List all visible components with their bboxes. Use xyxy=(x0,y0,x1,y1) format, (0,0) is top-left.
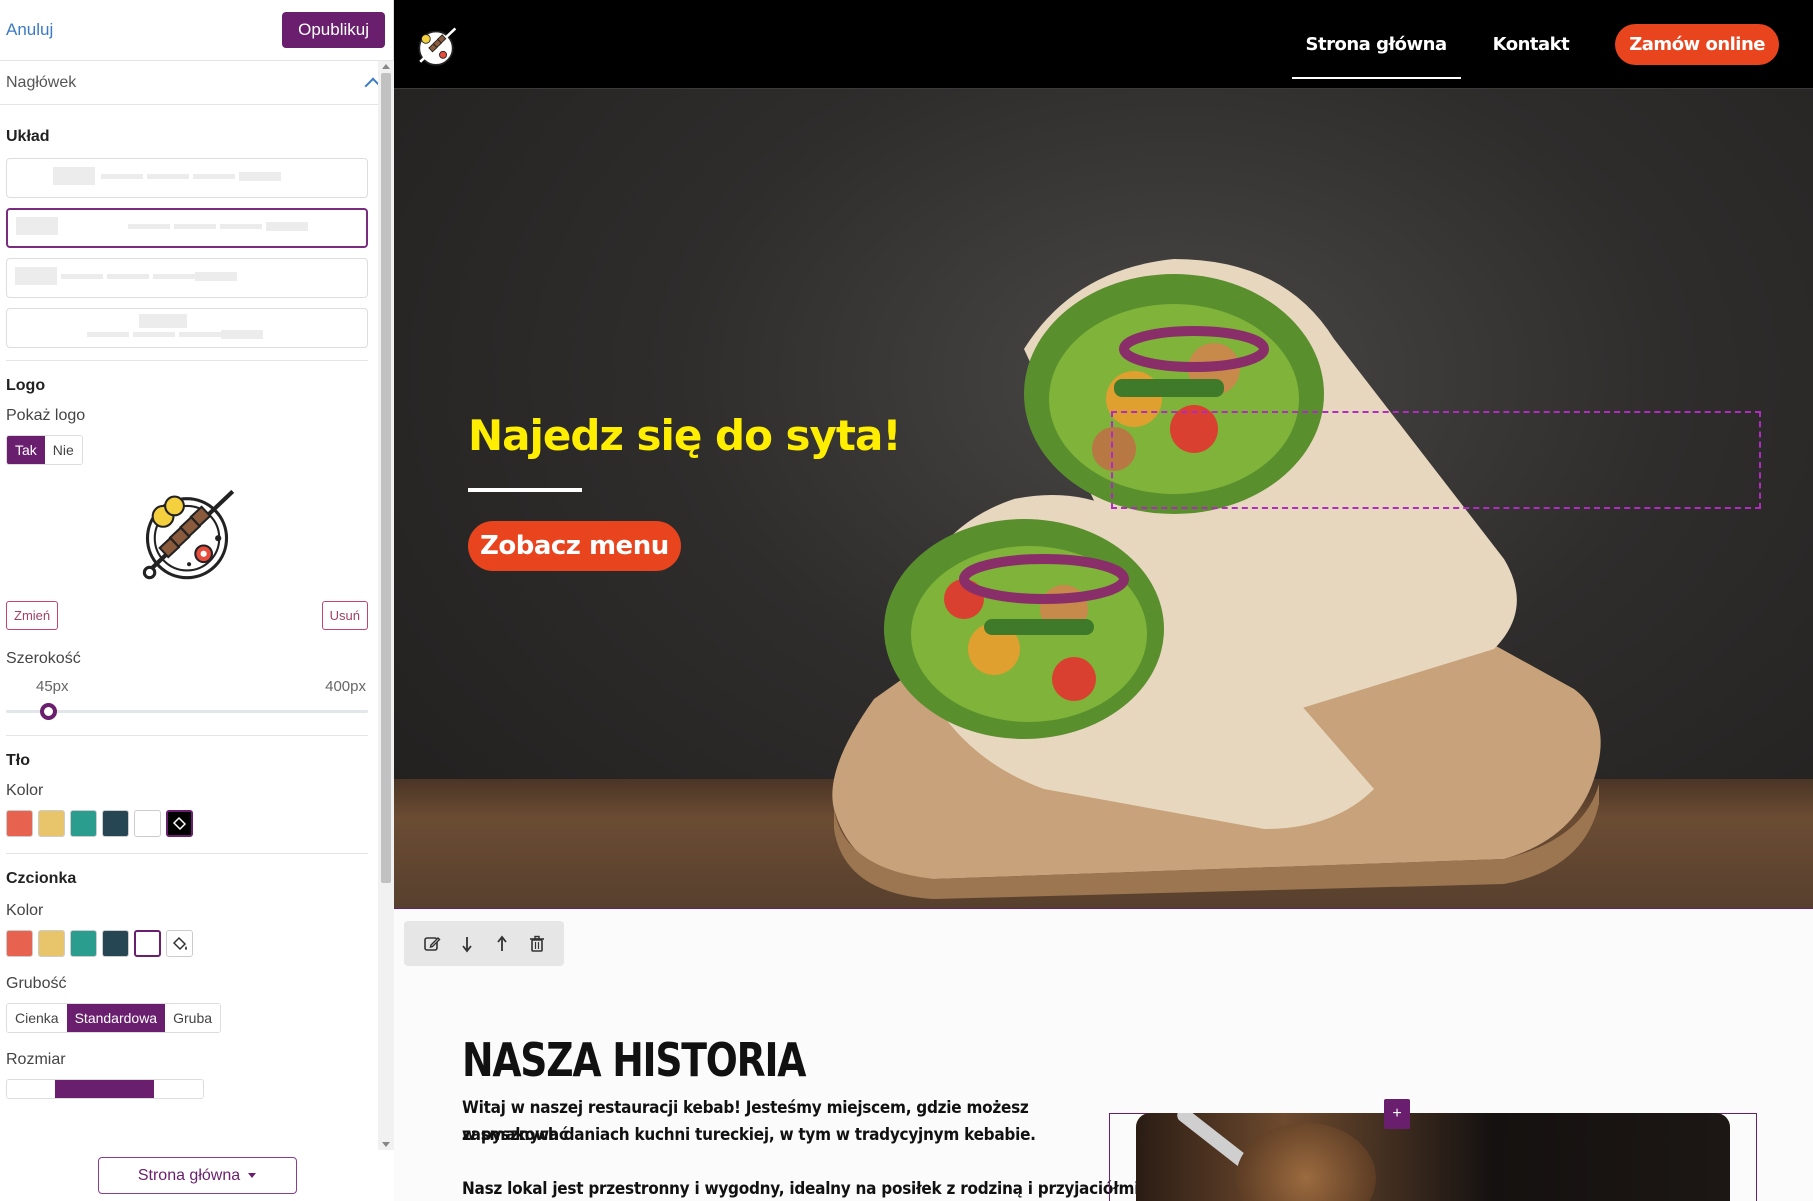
paint-bucket-icon xyxy=(172,936,187,951)
trash-icon[interactable] xyxy=(525,932,549,956)
logo-actions: Zmień Usuń xyxy=(6,601,368,630)
remove-logo-button[interactable]: Usuń xyxy=(321,601,368,630)
divider xyxy=(6,360,368,361)
color-swatch[interactable] xyxy=(38,810,65,837)
show-logo-toggle: Tak Nie xyxy=(6,435,83,465)
cancel-link[interactable]: Anuluj xyxy=(6,20,53,40)
paint-bucket-icon xyxy=(172,816,187,831)
divider xyxy=(6,735,368,736)
weight-thin[interactable]: Cienka xyxy=(7,1004,67,1032)
weight-label: Grubość xyxy=(6,975,67,992)
color-swatch[interactable] xyxy=(102,810,129,837)
page-select-dropdown[interactable]: Strona główna xyxy=(97,1157,297,1194)
color-swatch[interactable] xyxy=(134,930,161,957)
site-logo[interactable] xyxy=(414,24,458,73)
site-preview: Strona główna Kontakt Zamów online Najed… xyxy=(394,0,1813,1201)
background-swatches xyxy=(6,810,368,837)
move-up-icon[interactable] xyxy=(490,932,514,956)
story-paragraph-line[interactable]: Nasz lokal jest przestronny i wygodny, i… xyxy=(462,1176,1146,1201)
color-swatch[interactable] xyxy=(70,810,97,837)
kebab-logo-icon xyxy=(142,489,235,580)
logo-heading: Logo xyxy=(6,377,46,394)
font-heading: Czcionka xyxy=(6,870,77,887)
font-size-toggle xyxy=(6,1079,204,1099)
divider xyxy=(6,853,368,854)
edit-icon[interactable] xyxy=(420,932,444,956)
page-selector-bar: Strona główna xyxy=(0,1150,394,1201)
page-select-label: Strona główna xyxy=(137,1166,241,1184)
slider-handle[interactable] xyxy=(40,703,57,720)
color-swatch[interactable] xyxy=(6,810,33,837)
caret-down-icon xyxy=(248,1173,257,1178)
color-swatch[interactable] xyxy=(70,930,97,957)
story-paragraph-line[interactable]: w pysznych daniach kuchni tureckiej, w t… xyxy=(462,1122,1092,1149)
section-header-naglowek[interactable]: Nagłówek xyxy=(0,61,393,105)
hero-title[interactable]: Najedz się do syta! xyxy=(468,411,901,460)
weight-standard[interactable]: Standardowa xyxy=(66,1004,166,1032)
section-divider xyxy=(394,908,1813,909)
move-down-icon[interactable] xyxy=(455,932,479,956)
font-color-label: Kolor xyxy=(6,902,44,919)
size-option[interactable] xyxy=(153,1080,203,1098)
font-weight-toggle: Cienka Standardowa Gruba xyxy=(6,1003,222,1033)
slider-track xyxy=(6,710,368,713)
scroll-up-icon[interactable] xyxy=(382,64,390,69)
story-title[interactable]: NASZA HISTORIA xyxy=(462,1033,806,1087)
width-slider[interactable] xyxy=(6,703,368,720)
width-max-label: 400px xyxy=(325,678,366,695)
font-swatches xyxy=(6,930,368,957)
show-logo-no[interactable]: Nie xyxy=(44,436,82,464)
width-min-label: 45px xyxy=(36,678,69,695)
story-image[interactable] xyxy=(1136,1113,1730,1201)
publish-button[interactable]: Opublikuj xyxy=(282,12,385,48)
layout-option-1[interactable] xyxy=(6,158,368,198)
add-block-button[interactable]: + xyxy=(1384,1099,1410,1129)
nav-home[interactable]: Strona główna xyxy=(1291,11,1461,79)
meat-shape xyxy=(1236,1123,1376,1201)
size-option-selected[interactable] xyxy=(54,1080,154,1098)
editor-panel: Anuluj Opublikuj Nagłówek Układ Logo Pok… xyxy=(0,0,394,1201)
weight-bold[interactable]: Gruba xyxy=(165,1004,221,1032)
show-logo-yes[interactable]: Tak xyxy=(7,436,45,464)
color-swatch[interactable] xyxy=(6,930,33,957)
kebab-logo-icon xyxy=(418,27,457,66)
hero-section[interactable]: Najedz się do syta! Zobacz menu xyxy=(394,89,1813,909)
color-swatch[interactable] xyxy=(134,810,161,837)
size-label: Rozmiar xyxy=(6,1051,66,1068)
layout-heading: Układ xyxy=(6,128,50,145)
settings-scroll-area: Układ Logo Pokaż logo Tak Nie Zmień Usuń… xyxy=(0,106,378,1150)
color-picker-button[interactable] xyxy=(166,930,193,957)
hero-underline xyxy=(468,488,582,492)
layout-option-3[interactable] xyxy=(6,258,368,298)
color-swatch[interactable] xyxy=(38,930,65,957)
scroll-down-icon[interactable] xyxy=(382,1142,390,1147)
block-toolbar xyxy=(404,921,564,966)
width-range-labels: 45px 400px xyxy=(6,678,368,695)
site-header[interactable]: Strona główna Kontakt Zamów online xyxy=(394,0,1813,89)
layout-option-4[interactable] xyxy=(6,308,368,348)
background-color-label: Kolor xyxy=(6,782,44,799)
size-option[interactable] xyxy=(7,1080,55,1098)
background-heading: Tło xyxy=(6,752,30,769)
color-swatch[interactable] xyxy=(166,810,193,837)
layout-option-2[interactable] xyxy=(6,208,368,248)
scroll-thumb[interactable] xyxy=(381,73,391,883)
section-title: Nagłówek xyxy=(6,73,77,91)
site-nav: Strona główna Kontakt Zamów online xyxy=(1291,0,1813,89)
panel-scrollbar[interactable] xyxy=(378,61,394,1150)
see-menu-button[interactable]: Zobacz menu xyxy=(468,521,681,571)
order-online-button[interactable]: Zamów online xyxy=(1615,24,1779,65)
drop-zone-outline[interactable] xyxy=(1111,411,1761,509)
nav-contact[interactable]: Kontakt xyxy=(1479,11,1584,79)
logo-preview xyxy=(6,473,368,593)
width-label: Szerokość xyxy=(6,650,81,667)
change-logo-button[interactable]: Zmień xyxy=(6,601,59,630)
wrap-image xyxy=(832,259,1601,899)
color-swatch[interactable] xyxy=(102,930,129,957)
editor-topbar: Anuluj Opublikuj xyxy=(0,0,393,61)
show-logo-label: Pokaż logo xyxy=(6,407,86,424)
